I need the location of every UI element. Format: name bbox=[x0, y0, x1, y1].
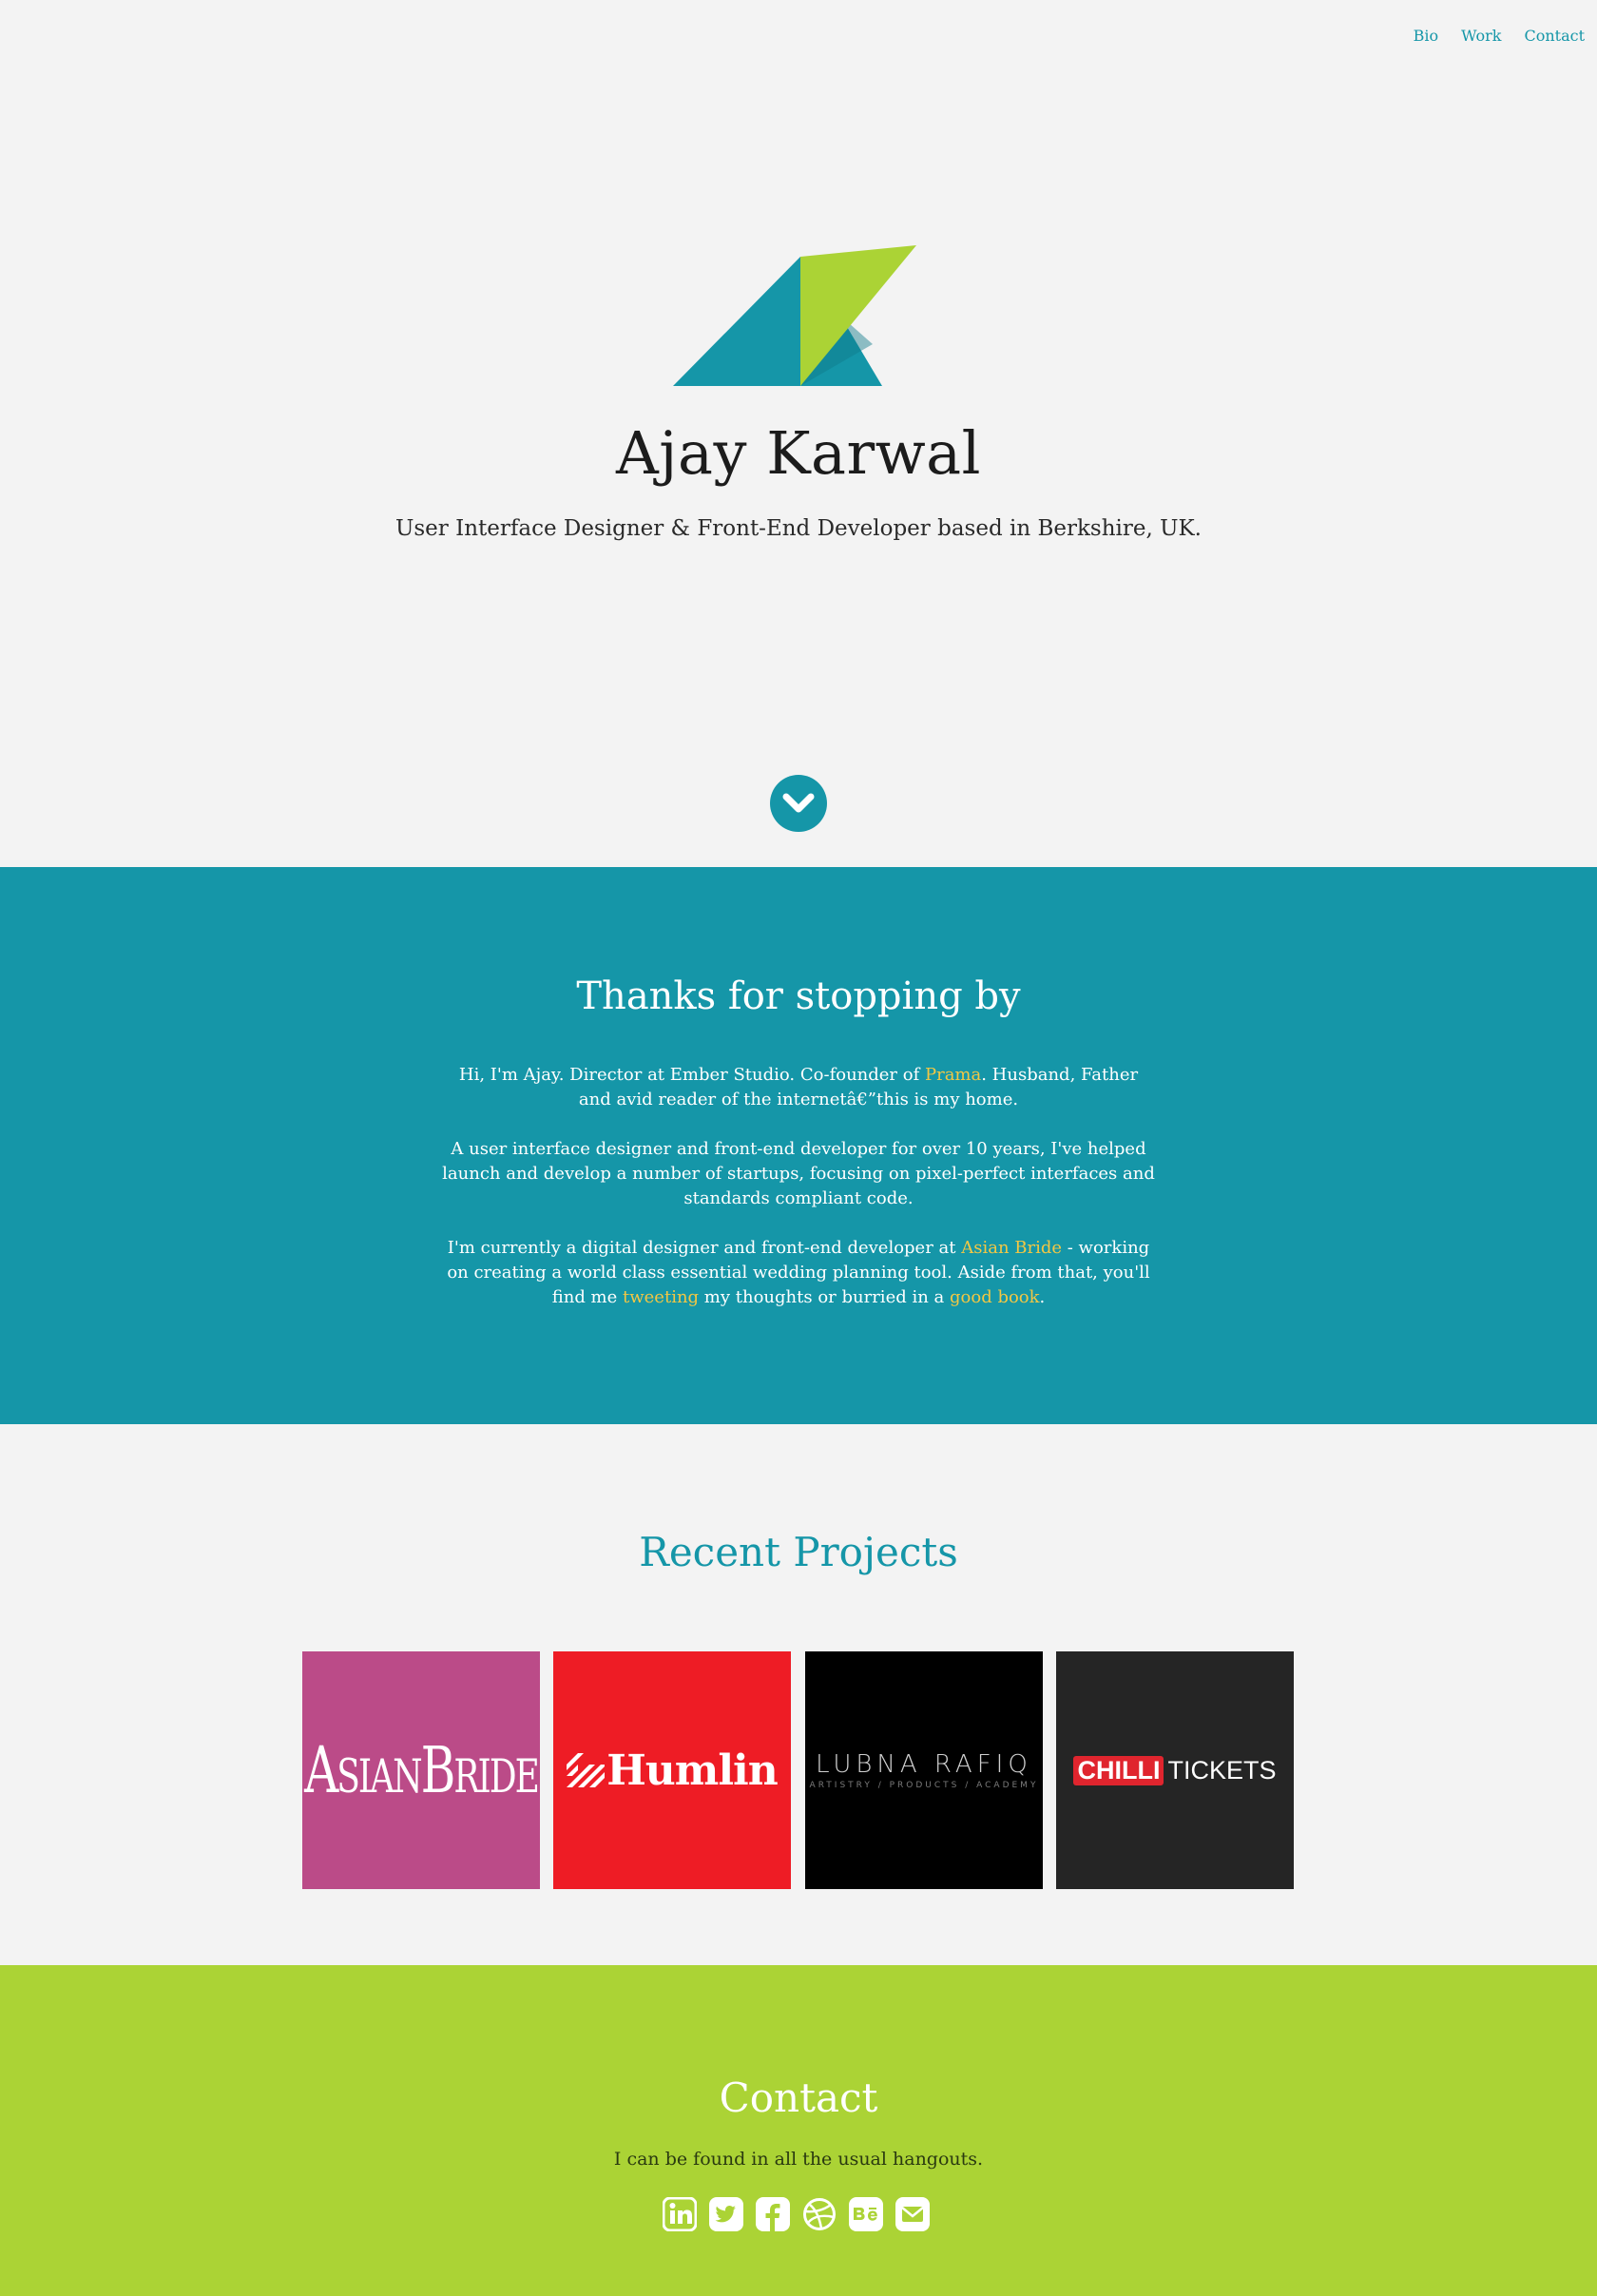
contact-subtitle: I can be found in all the usual hangouts… bbox=[613, 2149, 984, 2170]
contact-heading: Contact bbox=[719, 2074, 878, 2121]
bio-heading: Thanks for stopping by bbox=[576, 974, 1021, 1018]
bio-paragraph: I'm currently a digital designer and fro… bbox=[442, 1236, 1155, 1310]
asian-bride-logo: ASIANBRIDE bbox=[304, 1732, 540, 1808]
linkedin-link[interactable] bbox=[662, 2196, 698, 2232]
linkedin-icon bbox=[663, 2197, 697, 2231]
behance-link[interactable] bbox=[848, 2196, 884, 2232]
site-logo-icon bbox=[673, 245, 916, 386]
project-tile-lubna-rafiq[interactable]: LUBNA RAFIQ ARTISTRY / PRODUCTS / ACADEM… bbox=[805, 1651, 1043, 1889]
projects-heading: Recent Projects bbox=[639, 1529, 958, 1575]
bio-text: Hi, I'm Ajay. Director at Ember Studio. … bbox=[442, 1063, 1155, 1335]
good-book-link[interactable]: good book bbox=[950, 1287, 1040, 1307]
page-title: Ajay Karwal bbox=[616, 418, 981, 488]
project-tile-asian-bride[interactable]: ASIANBRIDE bbox=[302, 1651, 540, 1889]
bio-section: Thanks for stopping by Hi, I'm Ajay. Dir… bbox=[0, 867, 1597, 1424]
asian-bride-link[interactable]: Asian Bride bbox=[961, 1238, 1062, 1258]
humlin-logo: Humlin bbox=[567, 1746, 779, 1795]
facebook-link[interactable] bbox=[755, 2196, 791, 2232]
email-icon bbox=[895, 2197, 930, 2231]
chilli-tickets-logo: CHILLI TICKETS bbox=[1073, 1755, 1277, 1785]
bio-text-span: . bbox=[1039, 1287, 1046, 1307]
hero-section: Ajay Karwal User Interface Designer & Fr… bbox=[0, 0, 1597, 867]
logo-letter: A bbox=[304, 1732, 338, 1808]
project-tile-humlin[interactable]: Humlin bbox=[553, 1651, 791, 1889]
lubna-rafiq-logo: LUBNA RAFIQ ARTISTRY / PRODUCTS / ACADEM… bbox=[810, 1750, 1039, 1790]
twitter-link[interactable] bbox=[708, 2196, 744, 2232]
tweeting-link[interactable]: tweeting bbox=[623, 1287, 699, 1307]
lubna-rafiq-logo-text: LUBNA RAFIQ bbox=[816, 1750, 1032, 1779]
social-links bbox=[662, 2196, 931, 2232]
lubna-rafiq-tagline: ARTISTRY / PRODUCTS / ACADEMY bbox=[809, 1781, 1039, 1790]
tickets-logo-text: TICKETS bbox=[1167, 1755, 1277, 1785]
behance-icon bbox=[849, 2197, 883, 2231]
twitter-icon bbox=[709, 2197, 743, 2231]
bio-paragraph: Hi, I'm Ajay. Director at Ember Studio. … bbox=[442, 1063, 1155, 1112]
bio-text-span: Hi, I'm Ajay. Director at Ember Studio. … bbox=[458, 1065, 925, 1085]
chilli-logo-text: CHILLI bbox=[1073, 1755, 1164, 1785]
chevron-down-icon bbox=[782, 793, 815, 813]
email-link[interactable] bbox=[895, 2196, 931, 2232]
bio-text-span: I'm currently a digital designer and fro… bbox=[447, 1238, 962, 1258]
bio-paragraph: A user interface designer and front-end … bbox=[442, 1139, 1155, 1208]
scroll-down-button[interactable] bbox=[770, 775, 827, 832]
humlin-logo-text: Humlin bbox=[606, 1746, 779, 1795]
dribbble-link[interactable] bbox=[801, 2196, 837, 2232]
project-tile-chilli-tickets[interactable]: CHILLI TICKETS bbox=[1056, 1651, 1294, 1889]
logo-letter: B bbox=[420, 1732, 456, 1808]
hero-tagline: User Interface Designer & Front-End Deve… bbox=[395, 516, 1202, 541]
humlin-stripes-icon bbox=[567, 1753, 606, 1787]
logo-letter: SIAN bbox=[337, 1750, 422, 1804]
facebook-icon bbox=[756, 2197, 790, 2231]
contact-section: Contact I can be found in all the usual … bbox=[0, 1965, 1597, 2296]
bio-text-span: my thoughts or burried in a bbox=[699, 1287, 950, 1307]
logo-letter: RIDE bbox=[453, 1750, 539, 1804]
prama-link[interactable]: Prama bbox=[925, 1065, 981, 1085]
dribbble-icon bbox=[803, 2198, 836, 2230]
